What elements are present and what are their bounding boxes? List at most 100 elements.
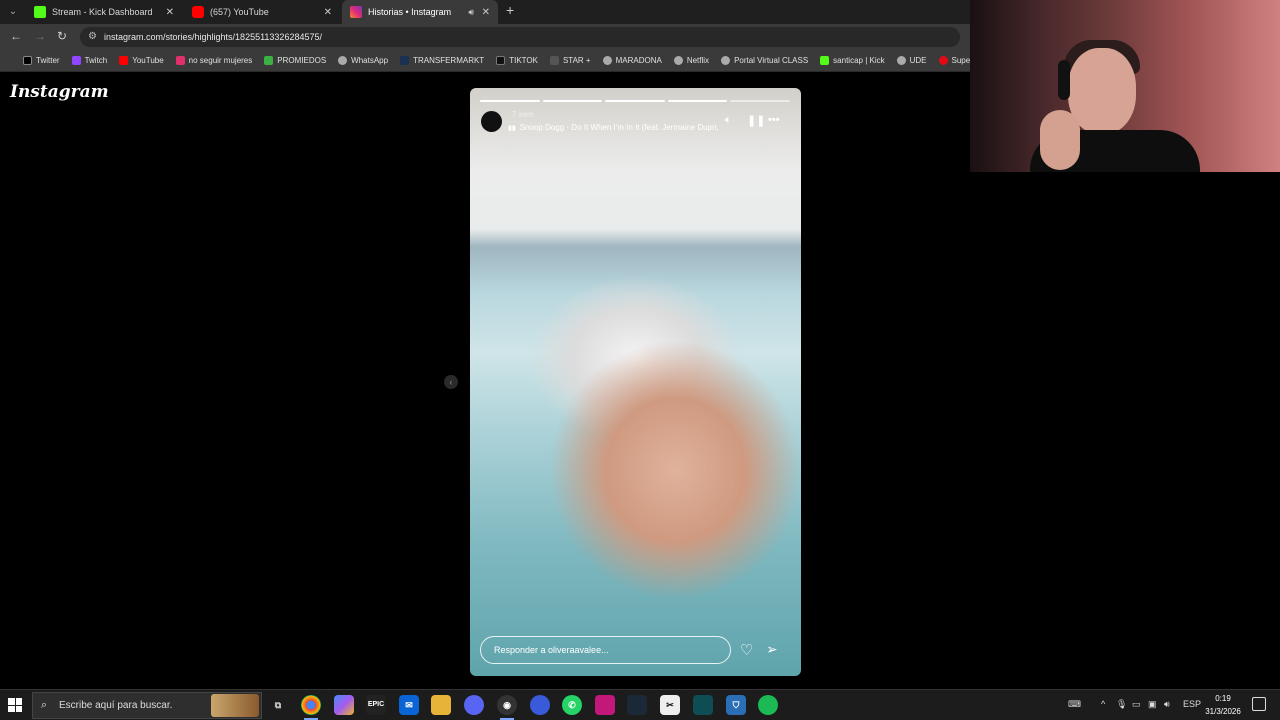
bookmark-whatsapp[interactable]: WhatsApp <box>338 56 388 65</box>
file-explorer-icon[interactable] <box>431 695 451 715</box>
story-progress-segment <box>605 100 665 102</box>
story-progress-segment <box>730 100 790 102</box>
tab-title: (657) YouTube <box>210 7 269 17</box>
twitch-icon <box>71 56 81 65</box>
send-icon[interactable]: ➢ <box>766 641 778 658</box>
system-clock[interactable]: 0:19 31/3/2026 <box>1200 692 1246 718</box>
microphone-icon[interactable]: 🎙︎ <box>1116 699 1127 710</box>
language-indicator[interactable]: ESP <box>1183 699 1201 709</box>
instagram-icon <box>175 56 185 65</box>
instagram-logo[interactable]: Instagram <box>10 82 109 102</box>
defender-shield-icon[interactable]: ⛉ <box>726 695 746 715</box>
bookmark-netflix[interactable]: Netflix <box>673 56 709 65</box>
story-viewer[interactable]: 7 sem ▮▮ Snoop Dogg · Do It When I'm In I… <box>470 88 801 676</box>
webcam-overlay <box>970 0 1280 172</box>
more-options-icon[interactable]: ••• <box>768 114 780 126</box>
story-song[interactable]: ▮▮ Snoop Dogg · Do It When I'm In It (fea… <box>508 123 719 132</box>
bookmark-supe[interactable]: Supe <box>938 56 970 65</box>
copilot-icon[interactable] <box>334 695 354 715</box>
network-icon[interactable]: ▣ <box>1148 699 1157 710</box>
bookmark-twitter[interactable]: Twitter <box>23 56 60 65</box>
chrome-icon[interactable] <box>301 695 321 720</box>
taskbar-search-input[interactable]: ⌕ Escribe aquí para buscar. <box>32 692 262 719</box>
capcut-icon[interactable]: ✂ <box>660 695 680 715</box>
kick-icon <box>820 56 830 65</box>
battlenet-icon[interactable] <box>530 695 550 715</box>
back-arrow-icon[interactable]: ← <box>10 29 22 43</box>
story-progress-segment <box>667 100 728 102</box>
close-tab-icon[interactable]: ✕ <box>482 7 490 18</box>
globe-icon <box>896 56 906 65</box>
story-progress-segment <box>480 100 540 102</box>
reply-input[interactable]: Responder a oliveraavalee... <box>480 636 731 664</box>
whatsapp-icon[interactable]: ✆ <box>562 695 582 715</box>
bookmark-transfermarkt[interactable]: TRANSFERMARKT <box>400 56 484 65</box>
battery-icon[interactable]: ▭ <box>1132 699 1141 710</box>
story-progress-bar <box>480 100 790 102</box>
site-info-icon[interactable]: ⚙ <box>88 27 97 47</box>
mail-icon[interactable]: ✉ <box>399 695 419 715</box>
keyboard-icon[interactable]: ⌨ <box>1068 699 1081 710</box>
music-bars-icon: ▮▮ <box>508 125 516 132</box>
page-background-right <box>970 172 1280 689</box>
reload-icon[interactable]: ↻ <box>57 29 67 43</box>
globe-icon <box>721 56 731 65</box>
search-highlight-image[interactable] <box>211 694 259 717</box>
notification-icon[interactable] <box>1252 697 1266 711</box>
bookmark-ude[interactable]: UDE <box>896 56 927 65</box>
youtube-favicon-icon <box>192 6 204 18</box>
bookmark-tiktok[interactable]: TIKTOK <box>496 56 538 65</box>
star-plus-icon <box>549 56 559 65</box>
discord-icon[interactable] <box>464 695 484 715</box>
volume-icon[interactable]: 🔈︎ <box>725 114 732 127</box>
tab-title: Historias • Instagram <box>368 7 452 17</box>
tab-instagram-stories[interactable]: Historias • Instagram 🔊︎ ✕ <box>342 0 498 24</box>
task-view-icon[interactable]: ⧉ <box>268 695 288 715</box>
chevron-up-icon[interactable]: ^ <box>1101 699 1105 709</box>
volume-icon[interactable]: 🔊︎ <box>1164 699 1170 710</box>
browser-toolbar: ← → ↻ ⚙ instagram.com/stories/highlights… <box>0 24 970 50</box>
new-tab-icon[interactable]: + <box>506 2 514 18</box>
spotify-icon[interactable] <box>758 695 778 715</box>
bookmark-maradona[interactable]: MARADONA <box>602 56 662 65</box>
globe-icon <box>673 56 683 65</box>
search-icon: ⌕ <box>41 699 48 711</box>
heart-icon[interactable]: ♡ <box>740 641 753 659</box>
steam-icon[interactable] <box>627 695 647 715</box>
tiktok-icon <box>496 56 506 65</box>
search-placeholder: Escribe aquí para buscar. <box>59 700 173 711</box>
tab-strip: ⌄ Stream - Kick Dashboard ✕ (657) YouTub… <box>0 0 970 24</box>
bookmark-no-seguir[interactable]: no seguir mujeres <box>175 56 252 65</box>
headphones-icon <box>1058 60 1070 100</box>
avatar[interactable] <box>481 111 502 132</box>
clock-time: 0:19 <box>1215 694 1231 703</box>
instagram-favicon-icon <box>350 6 362 18</box>
tab-search-chevron-icon[interactable]: ⌄ <box>4 3 22 21</box>
app-icon[interactable] <box>693 695 713 715</box>
address-bar[interactable]: ⚙ instagram.com/stories/highlights/18255… <box>80 27 960 47</box>
url-text: instagram.com/stories/highlights/1825511… <box>104 32 322 42</box>
epic-games-icon[interactable]: EPIC <box>366 695 386 715</box>
apps-grid-icon[interactable] <box>8 56 9 66</box>
close-tab-icon[interactable]: ✕ <box>324 7 332 18</box>
bookmark-portal-virtual[interactable]: Portal Virtual CLASS <box>721 56 808 65</box>
bookmark-star-plus[interactable]: STAR + <box>549 56 591 65</box>
forward-arrow-icon[interactable]: → <box>34 29 46 43</box>
supe-icon <box>938 56 948 65</box>
tab-youtube[interactable]: (657) YouTube ✕ <box>184 0 340 24</box>
obs-icon[interactable]: ◉ <box>497 695 517 720</box>
previous-story-arrow-icon[interactable]: ‹ <box>444 375 458 389</box>
speaker-icon[interactable]: 🔊︎ <box>468 7 474 18</box>
bookmark-promiedos[interactable]: PROMIEDOS <box>264 56 326 65</box>
bookmark-twitch[interactable]: Twitch <box>71 56 107 65</box>
windows-start-icon[interactable] <box>8 698 22 712</box>
bookmark-santicap-kick[interactable]: santicap | Kick <box>820 56 885 65</box>
bookmarks-bar: Twitter Twitch YouTube no seguir mujeres… <box>0 50 970 72</box>
onenote-icon[interactable] <box>595 695 615 715</box>
tab-kick-dashboard[interactable]: Stream - Kick Dashboard ✕ <box>26 0 182 24</box>
pause-icon[interactable]: ❚❚ <box>747 114 765 127</box>
song-title: Snoop Dogg · Do It When I'm In It (feat.… <box>519 123 719 132</box>
close-tab-icon[interactable]: ✕ <box>166 7 174 18</box>
bookmark-youtube[interactable]: YouTube <box>119 56 164 65</box>
youtube-icon <box>119 56 129 65</box>
